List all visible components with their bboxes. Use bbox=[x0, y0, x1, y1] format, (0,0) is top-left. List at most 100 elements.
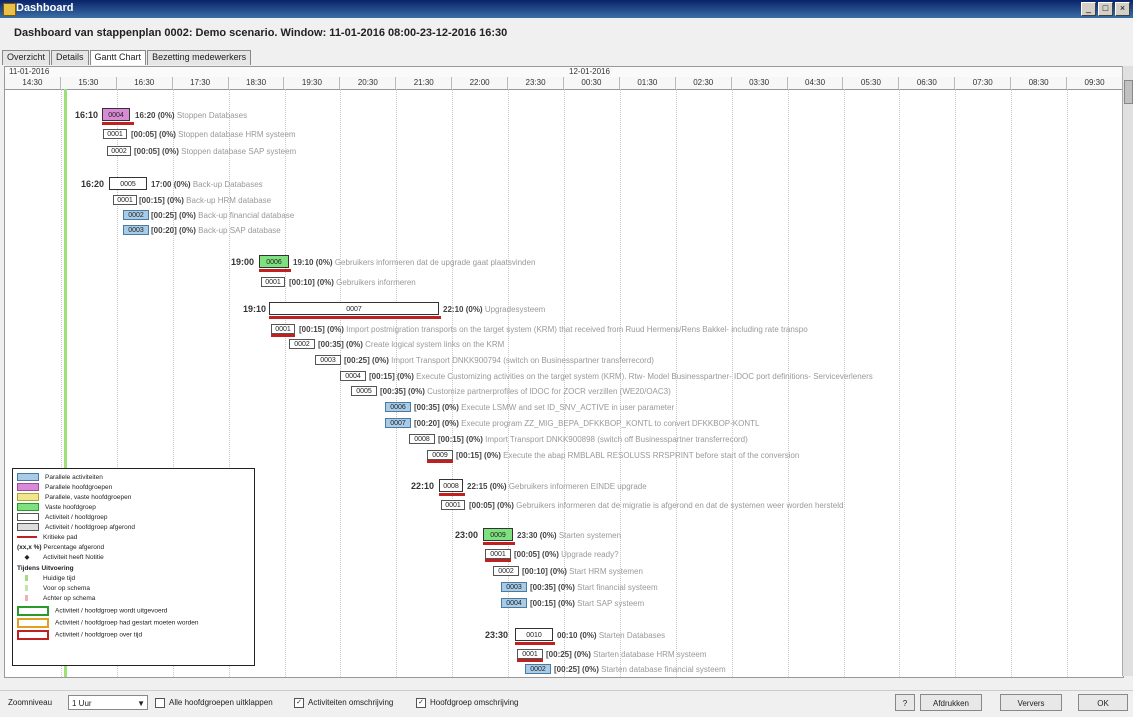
critical-path bbox=[427, 460, 453, 463]
zoom-value: 1 Uur bbox=[72, 699, 92, 708]
grid-line bbox=[452, 89, 454, 677]
activity-bar[interactable]: 0001 bbox=[517, 649, 543, 659]
hour-label: 08:30 bbox=[1011, 77, 1068, 89]
checkbox-label: Hoofdgroep omschrijving bbox=[430, 698, 519, 708]
activity-bar[interactable]: 0001 bbox=[441, 500, 465, 510]
grid-line bbox=[675, 89, 677, 677]
activity-bar[interactable]: 0002 bbox=[289, 339, 315, 349]
group-end-time: 17:00 bbox=[151, 180, 172, 189]
activity-duration: [00:35] bbox=[530, 583, 556, 592]
legend-item: Kritieke pad bbox=[43, 534, 78, 541]
critical-path bbox=[102, 122, 134, 125]
critical-path bbox=[259, 269, 291, 272]
activity-bar[interactable]: 0006 bbox=[385, 402, 411, 412]
activity-bar[interactable]: 0002 bbox=[107, 146, 131, 156]
activity-bar[interactable]: 0007 bbox=[385, 418, 411, 428]
print-button[interactable]: Afdrukken bbox=[920, 694, 982, 711]
activity-duration: [00:10] bbox=[522, 567, 548, 576]
activity-name: Back-up HRM database bbox=[186, 196, 272, 205]
date-label: 11-01-2016 bbox=[9, 67, 50, 76]
group-bar[interactable]: 0010 bbox=[515, 628, 553, 641]
hour-label: 22:00 bbox=[452, 77, 509, 89]
activity-bar[interactable]: 0003 bbox=[501, 582, 527, 592]
legend-item: Activiteit / hoofdgroep bbox=[45, 514, 108, 521]
grid-line bbox=[787, 89, 789, 677]
legend: Parallele activiteiten Parallele hoofdgr… bbox=[12, 468, 255, 666]
activity-pct: (0%) bbox=[442, 403, 459, 412]
group-name: Starten Databases bbox=[598, 631, 666, 640]
hour-label: 01:30 bbox=[620, 77, 676, 89]
activity-name: Import postmigration transports on the t… bbox=[346, 325, 808, 334]
minimize-button[interactable]: _ bbox=[1081, 2, 1096, 16]
activity-name: Start HRM systemen bbox=[569, 567, 643, 576]
tab-bezetting-medewerkers[interactable]: Bezetting medewerkers bbox=[147, 50, 252, 65]
legend-swatch bbox=[25, 575, 28, 582]
group-pct: (0%) bbox=[579, 631, 597, 640]
legend-item: Activiteit / hoofdgroep wordt uitgevoerd bbox=[55, 607, 168, 615]
group-start-time: 22:10 bbox=[411, 481, 435, 491]
activity-description-checkbox[interactable]: ✓ bbox=[294, 698, 304, 708]
vertical-scrollbar[interactable] bbox=[1122, 66, 1133, 676]
activity-duration: [00:15] bbox=[456, 451, 482, 460]
zoom-select[interactable]: 1 Uur ▼ bbox=[68, 695, 148, 710]
activity-pct: (0%) bbox=[346, 340, 363, 349]
activity-pct: (0%) bbox=[179, 226, 196, 235]
legend-item: Achter op schema bbox=[43, 595, 96, 602]
legend-swatch bbox=[25, 585, 28, 592]
activity-bar[interactable]: 0004 bbox=[501, 598, 527, 608]
activity-bar[interactable]: 0001 bbox=[261, 277, 285, 287]
activity-bar[interactable]: 0001 bbox=[103, 129, 127, 139]
activity-pct: (0%) bbox=[558, 583, 575, 592]
group-bar[interactable]: 0005 bbox=[109, 177, 147, 190]
group-description-checkbox[interactable]: ✓ bbox=[416, 698, 426, 708]
activity-bar[interactable]: 0003 bbox=[315, 355, 341, 365]
tab-details[interactable]: Details bbox=[51, 50, 89, 65]
group-bar[interactable]: 0007 bbox=[269, 302, 439, 315]
activity-bar[interactable]: 0002 bbox=[525, 664, 551, 674]
legend-swatch bbox=[17, 606, 49, 616]
activity-bar[interactable]: 0005 bbox=[351, 386, 377, 396]
activity-pct: (0%) bbox=[582, 665, 599, 674]
group-name: Stoppen Databases bbox=[176, 111, 248, 120]
activity-name: Starten database HRM systeem bbox=[593, 650, 707, 659]
expand-all-checkbox[interactable] bbox=[155, 698, 165, 708]
legend-item: Activiteit / hoofdgroep had gestart moet… bbox=[55, 619, 199, 627]
activity-bar[interactable]: 0008 bbox=[409, 434, 435, 444]
ok-button[interactable]: OK bbox=[1078, 694, 1128, 711]
close-button[interactable]: × bbox=[1115, 2, 1130, 16]
scrollbar-thumb[interactable] bbox=[1124, 80, 1133, 104]
group-bar[interactable]: 0008 bbox=[439, 479, 463, 492]
note-diamond-icon: ◆ bbox=[24, 554, 30, 561]
activity-bar[interactable]: 0001 bbox=[271, 324, 295, 334]
tab-overzicht[interactable]: Overzicht bbox=[2, 50, 51, 65]
activity-name: Stoppen database HRM systeem bbox=[178, 130, 296, 139]
legend-swatch bbox=[17, 618, 49, 628]
group-start-time: 16:10 bbox=[75, 110, 99, 120]
legend-item: Huidige tijd bbox=[43, 575, 76, 582]
activity-bar[interactable]: 0003 bbox=[123, 225, 149, 235]
activity-duration: [00:25] bbox=[151, 211, 177, 220]
activity-duration: [00:10] bbox=[289, 278, 315, 287]
maximize-button[interactable]: □ bbox=[1098, 2, 1113, 16]
hour-label: 09:30 bbox=[1067, 77, 1123, 89]
group-bar[interactable]: 0006 bbox=[259, 255, 289, 268]
activity-bar[interactable]: 0002 bbox=[493, 566, 519, 576]
critical-path bbox=[515, 642, 555, 645]
legend-item: Parallele activiteiten bbox=[45, 474, 103, 481]
refresh-button[interactable]: Ververs bbox=[1000, 694, 1062, 711]
group-end-time: 23:30 bbox=[517, 531, 538, 540]
help-button[interactable]: ? bbox=[895, 694, 915, 711]
tab-gantt-chart[interactable]: Gantt Chart bbox=[89, 50, 147, 65]
activity-bar[interactable]: 0004 bbox=[340, 371, 366, 381]
group-bar[interactable]: 0009 bbox=[483, 528, 513, 541]
grid-line bbox=[731, 89, 733, 677]
activity-pct: (0%) bbox=[408, 387, 425, 396]
activity-bar[interactable]: 0009 bbox=[427, 450, 453, 460]
legend-item: Activiteit / hoofdgroep afgerond bbox=[45, 524, 135, 531]
activity-duration: [00:25] bbox=[344, 356, 370, 365]
activity-bar[interactable]: 0002 bbox=[123, 210, 149, 220]
activity-bar[interactable]: 0001 bbox=[485, 549, 511, 559]
group-bar[interactable]: 0004 bbox=[102, 108, 130, 121]
activity-bar[interactable]: 0001 bbox=[113, 195, 137, 205]
activity-name: Import Transport DNKK900794 (switch on B… bbox=[391, 356, 654, 365]
